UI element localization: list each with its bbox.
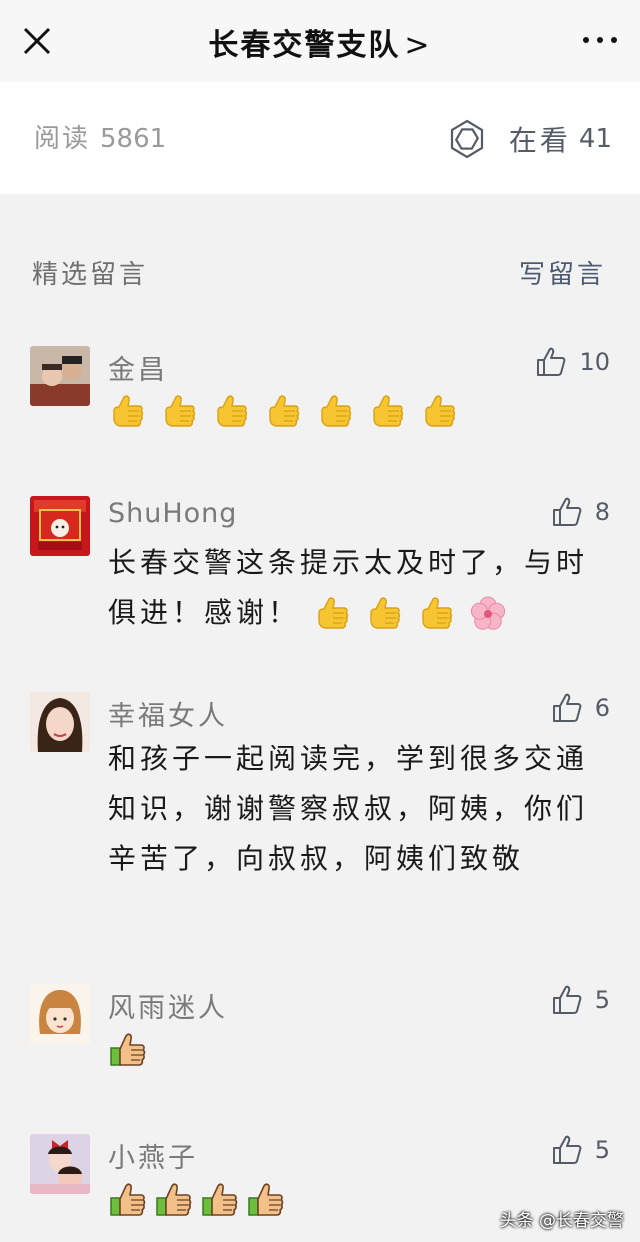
- thumbs-up-emoji-icon: [110, 1033, 146, 1066]
- chevron-right-icon: >: [404, 28, 432, 63]
- write-comment-button[interactable]: 写留言: [519, 254, 606, 291]
- avatar[interactable]: [30, 692, 90, 752]
- comment-emojis: [313, 596, 521, 630]
- like-button[interactable]: 5: [551, 1134, 610, 1166]
- like-icon: [537, 347, 566, 376]
- thumbs-up-emoji-icon: [370, 597, 401, 629]
- stats-bar: 阅读 5861 在看 41: [0, 82, 640, 194]
- comment-text: 和孩子一起阅读完，学到很多交通知识，谢谢警察叔叔，阿姨，你们辛苦了，向叔叔，阿姨…: [108, 742, 589, 875]
- thumbs-up-emoji-icon: [156, 1183, 192, 1216]
- account-name[interactable]: 长春交警支队: [208, 28, 400, 63]
- comment-emojis: [108, 386, 608, 436]
- like-count: 10: [579, 348, 610, 376]
- watermark: 头条 @长春交警: [499, 1211, 624, 1231]
- comment-author: 风雨迷人: [108, 993, 228, 1024]
- like-icon: [552, 985, 582, 1014]
- thumbs-up-emoji-icon: [321, 395, 352, 427]
- thumbs-up-emoji-icon: [217, 395, 248, 427]
- thumbs-up-emoji-icon: [373, 395, 404, 427]
- cherry-blossom-icon: [470, 596, 506, 630]
- like-button[interactable]: 6: [551, 692, 610, 724]
- read-number: 5861: [100, 124, 167, 154]
- thumbs-up-emoji-icon: [425, 395, 456, 427]
- comment-emojis: [108, 1024, 608, 1074]
- avatar[interactable]: [30, 984, 90, 1044]
- thumbs-up-emoji-icon: [422, 597, 453, 629]
- read-count: 阅读 5861: [34, 118, 166, 155]
- like-icon: [552, 693, 582, 722]
- thumbs-up-emoji-icon: [202, 1183, 238, 1216]
- top-bar: 长春交警支队 >: [0, 0, 640, 82]
- like-button[interactable]: 5: [551, 984, 610, 1016]
- like-button[interactable]: 10: [535, 346, 610, 378]
- like-count: 6: [594, 694, 610, 722]
- comment-body: 长春交警这条提示太及时了，与时俱进！感谢！: [108, 538, 608, 638]
- watch-count: 41: [578, 124, 612, 154]
- comment-author: 幸福女人: [108, 701, 228, 732]
- comment-author: 金昌: [108, 355, 168, 386]
- watch-label: 在看: [508, 124, 571, 157]
- avatar[interactable]: [30, 1134, 90, 1194]
- account-title[interactable]: 长春交警支队 >: [0, 20, 640, 64]
- like-count: 8: [594, 498, 610, 526]
- featured-comments-title: 精选留言: [32, 260, 149, 290]
- thumbs-up-emoji-icon: [269, 395, 300, 427]
- like-count: 5: [594, 1136, 610, 1164]
- read-label: 阅读: [34, 124, 91, 154]
- comment-author: ShuHong: [108, 498, 238, 529]
- comment-author: 小燕子: [108, 1143, 198, 1174]
- watch-button[interactable]: 在看 41: [447, 116, 612, 162]
- thumbs-up-emoji-icon: [110, 1183, 146, 1216]
- wow-star-icon: [450, 119, 483, 159]
- thumbs-up-emoji-icon: [113, 395, 144, 427]
- avatar[interactable]: [30, 346, 90, 406]
- like-icon: [552, 1135, 582, 1164]
- thumbs-up-emoji-icon: [248, 1183, 284, 1216]
- more-icon[interactable]: [580, 30, 620, 50]
- thumbs-up-emoji-icon: [318, 597, 349, 629]
- avatar[interactable]: [30, 496, 90, 556]
- thumbs-up-emoji-icon: [165, 395, 196, 427]
- like-count: 5: [594, 986, 610, 1014]
- like-icon: [552, 497, 582, 526]
- like-button[interactable]: 8: [551, 496, 610, 528]
